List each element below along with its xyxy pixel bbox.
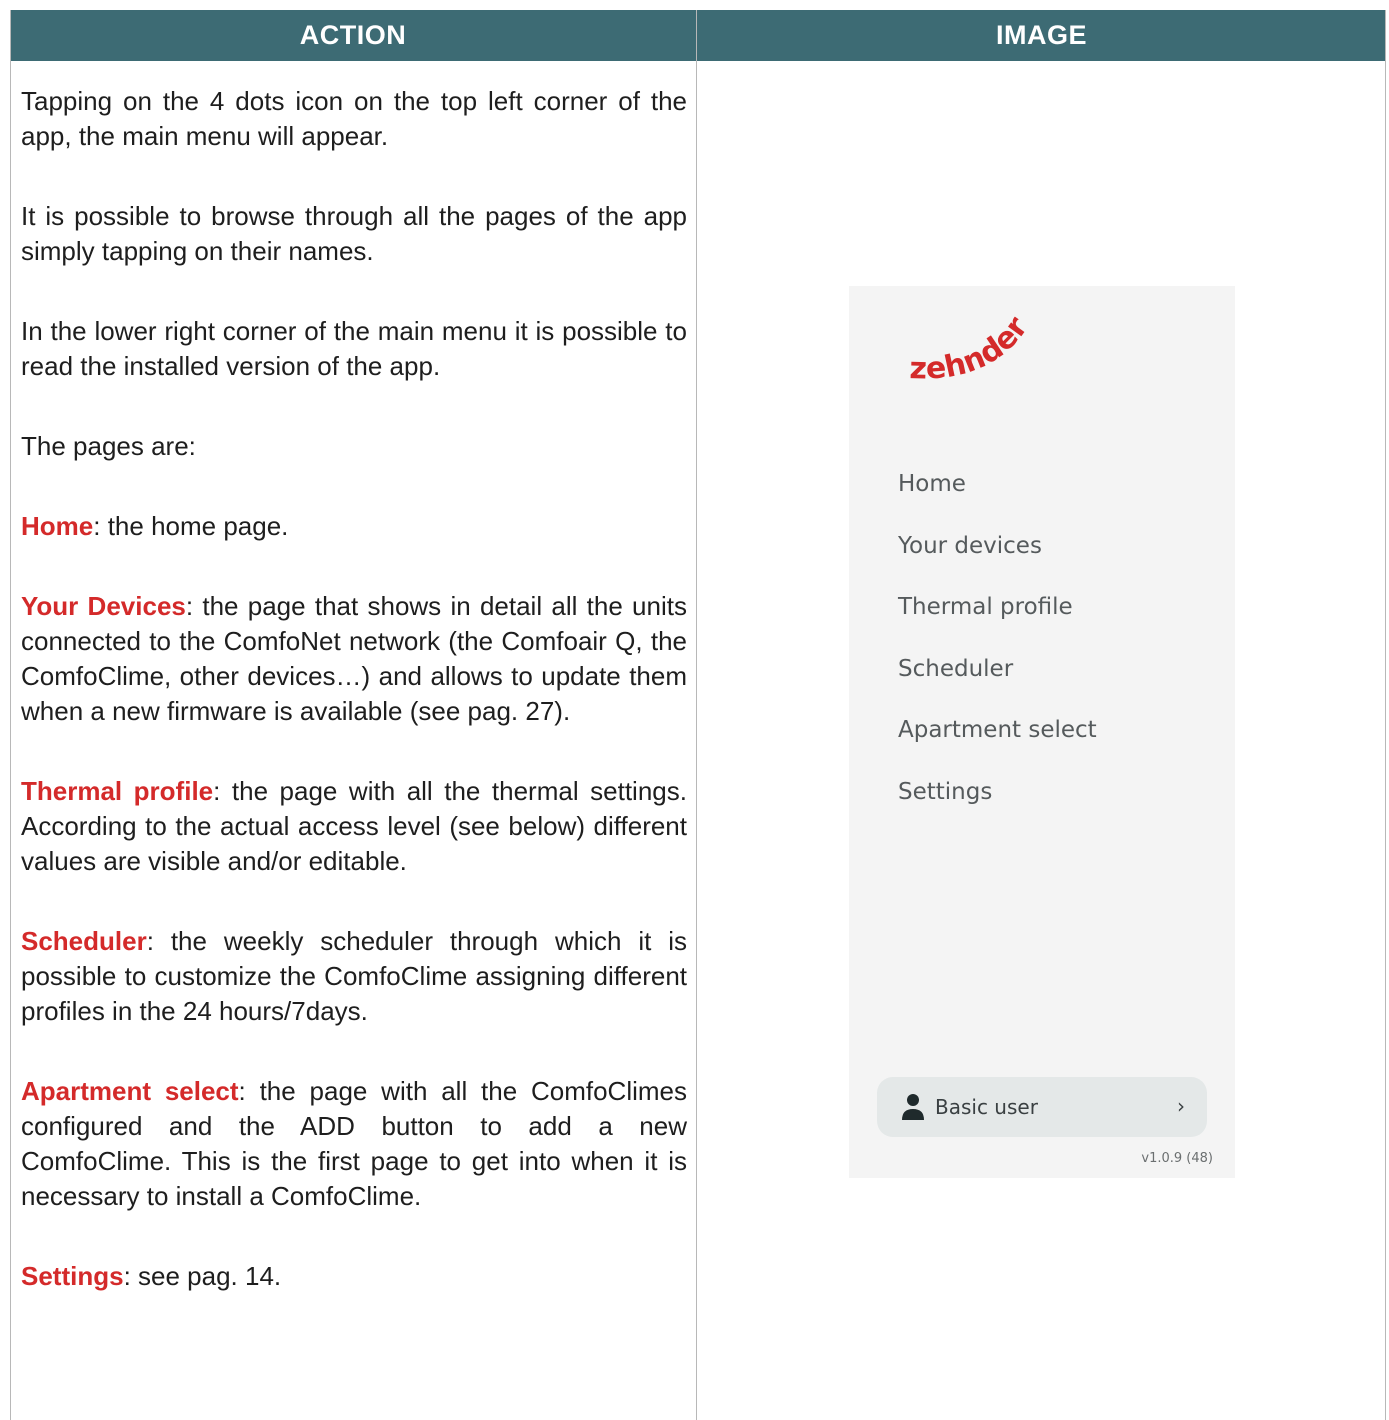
app-main-menu-screenshot: zehnder Home Your devices Thermal profil…	[849, 286, 1235, 1178]
page-keyword: Home	[21, 511, 94, 541]
user-level-label: Basic user	[935, 1095, 1038, 1119]
page-description: : see pag. 14.	[123, 1261, 282, 1291]
page-desc-your-devices: Your Devices: the page that shows in det…	[21, 589, 687, 729]
page-desc-scheduler: Scheduler: the weekly scheduler through …	[21, 924, 687, 1029]
intro-paragraph: Tapping on the 4 dots icon on the top le…	[21, 86, 687, 151]
page-description: : the home page.	[93, 511, 289, 541]
menu-item-thermal-profile[interactable]: Thermal profile	[898, 594, 1073, 620]
menu-item-your-devices[interactable]: Your devices	[898, 533, 1042, 559]
chevron-right-icon: ›	[1177, 1094, 1185, 1118]
user-access-button[interactable]: Basic user ›	[877, 1077, 1207, 1137]
page-desc-settings: Settings: see pag. 14.	[21, 1259, 687, 1294]
person-icon	[902, 1094, 924, 1120]
action-column: Tapping on the 4 dots icon on the top le…	[21, 84, 687, 1339]
page-keyword: Apartment select	[21, 1076, 239, 1106]
table-left-border	[10, 10, 11, 1420]
table-header: ACTION IMAGE	[10, 10, 1386, 61]
svg-text:zehnder: zehnder	[909, 310, 1035, 386]
app-version: v1.0.9 (48)	[1141, 1151, 1213, 1166]
page-keyword: Scheduler	[21, 926, 147, 956]
menu-item-settings[interactable]: Settings	[898, 779, 992, 805]
page-keyword: Thermal profile	[21, 776, 214, 806]
header-action: ACTION	[299, 20, 407, 50]
pages-intro: The pages are:	[21, 431, 196, 461]
page-desc-home: Home: the home page.	[21, 509, 687, 544]
page-keyword: Settings	[21, 1261, 124, 1291]
menu-item-apartment-select[interactable]: Apartment select	[898, 717, 1097, 743]
menu-item-home[interactable]: Home	[898, 471, 966, 497]
header-image: IMAGE	[995, 20, 1087, 50]
menu-item-scheduler[interactable]: Scheduler	[898, 656, 1013, 682]
browse-paragraph: It is possible to browse through all the…	[21, 201, 687, 266]
version-paragraph: In the lower right corner of the main me…	[21, 316, 687, 381]
column-divider	[696, 10, 697, 1420]
zehnder-logo: zehnder	[909, 310, 1035, 386]
page-desc-thermal-profile: Thermal profile: the page with all the t…	[21, 774, 687, 879]
logo-text: zehnder	[909, 310, 1035, 386]
table-right-border	[1385, 10, 1386, 1420]
page-desc-apartment-select: Apartment select: the page with all the …	[21, 1074, 687, 1214]
page-keyword: Your Devices	[21, 591, 186, 621]
